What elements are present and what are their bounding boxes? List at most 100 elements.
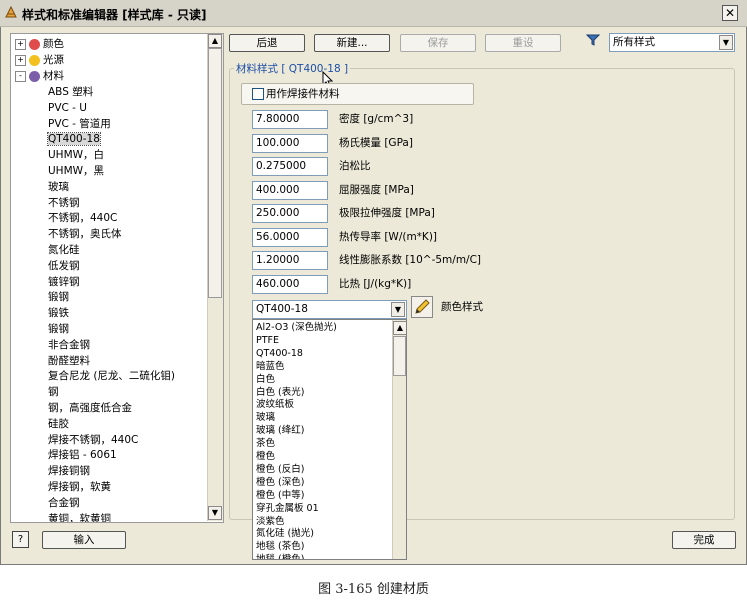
material-item-label: 不锈钢，440C: [48, 212, 118, 225]
color-style-option[interactable]: 地毯 (茶色): [256, 540, 304, 553]
color-style-option[interactable]: 橙色: [256, 450, 275, 463]
import-button[interactable]: 输入: [42, 531, 126, 549]
material-item[interactable]: 合金钢: [48, 495, 80, 511]
property-label: 屈服强度 [MPa]: [339, 183, 414, 196]
new-button[interactable]: 新建...: [314, 34, 390, 52]
material-item[interactable]: 酚醛塑料: [48, 353, 90, 369]
color-style-dropdown[interactable]: QT400-18 ▼: [252, 300, 407, 319]
tree-item[interactable]: + 颜色: [11, 36, 64, 52]
material-item[interactable]: 玻璃: [48, 179, 69, 195]
property-value-field[interactable]: 460.000: [252, 274, 328, 294]
property-value-field[interactable]: 7.80000: [252, 110, 328, 129]
expander-icon[interactable]: +: [15, 54, 26, 66]
material-item[interactable]: 锻钢: [48, 289, 69, 305]
color-style-option[interactable]: PTFE: [256, 334, 279, 347]
property-value-field[interactable]: 400.000: [252, 180, 328, 200]
material-item[interactable]: 氮化硅: [48, 242, 80, 258]
property-value-field[interactable]: 250.000: [252, 204, 328, 223]
scroll-up-button[interactable]: ▲: [208, 34, 222, 48]
material-item[interactable]: 不锈钢: [48, 195, 80, 211]
material-item[interactable]: 焊接不锈钢，440C: [48, 432, 138, 448]
material-item[interactable]: PVC - U: [48, 100, 87, 116]
material-item[interactable]: ABS 塑料: [48, 84, 93, 100]
material-item[interactable]: UHMW，黑: [48, 163, 104, 179]
color-style-option[interactable]: QT400-18: [256, 347, 303, 360]
material-item[interactable]: 不锈钢，奥氏体: [48, 226, 122, 242]
tree-item[interactable]: + 光源: [11, 52, 64, 68]
list-scroll-thumb[interactable]: [393, 336, 406, 376]
material-item[interactable]: 镀锌钢: [48, 274, 80, 290]
color-style-option[interactable]: 穿孔金属板 01: [256, 502, 319, 515]
reset-button[interactable]: 重设: [485, 34, 561, 52]
material-item[interactable]: QT400-18: [47, 131, 101, 147]
material-item-label: 复合尼龙 (尼龙、二硫化钼): [48, 370, 176, 383]
property-label: 杨氏模量 [GPa]: [339, 136, 413, 149]
pencil-icon[interactable]: [411, 296, 433, 318]
weld-checkbox[interactable]: [252, 88, 264, 100]
style-tree[interactable]: + 颜色 + 光源 - 材料 ABS 塑料 PVC - U PVC - 管道用 QT400-18…: [10, 33, 224, 523]
color-style-option[interactable]: Al2-O3 (深色抛光): [256, 321, 337, 334]
material-item[interactable]: 锻铁: [48, 305, 69, 321]
color-style-value: QT400-18: [256, 303, 308, 315]
back-button[interactable]: 后退: [229, 34, 305, 52]
help-icon[interactable]: ?: [12, 531, 29, 548]
property-label: 极限拉伸强度 [MPa]: [339, 207, 435, 219]
color-style-option[interactable]: 茶色: [256, 437, 275, 450]
color-style-option[interactable]: 橙色 (反白): [256, 463, 304, 476]
material-item[interactable]: 低发钢: [48, 258, 80, 274]
material-item-label: PVC - 管道用: [48, 117, 111, 130]
color-style-option[interactable]: 白色 (表光): [256, 386, 304, 399]
color-style-option[interactable]: 波纹纸板: [256, 398, 294, 411]
property-label: 线性膨胀系数 [10^-5m/m/C]: [339, 254, 482, 266]
material-item[interactable]: 焊接钢，软黄: [48, 479, 111, 495]
color-style-option[interactable]: 橙色 (中等): [256, 489, 304, 502]
style-filter-dropdown[interactable]: 所有样式 ▼: [609, 33, 735, 52]
material-item[interactable]: 焊接铝 - 6061: [48, 447, 117, 463]
tree-scrollbar[interactable]: ▲ ▼: [207, 34, 223, 521]
property-value-field[interactable]: 1.20000: [252, 251, 328, 270]
material-item-label: 钢: [48, 386, 59, 399]
done-button[interactable]: 完成: [672, 531, 736, 549]
material-item[interactable]: 非合金钢: [48, 337, 90, 353]
color-style-option[interactable]: 玻璃: [256, 411, 275, 424]
material-item[interactable]: 不锈钢，440C: [48, 210, 117, 226]
material-item[interactable]: 硅胶: [48, 416, 69, 432]
material-item[interactable]: 钢: [48, 384, 59, 400]
color-style-option[interactable]: 氮化硅 (抛光): [256, 527, 314, 540]
material-item[interactable]: 焊接铜钢: [48, 463, 90, 479]
material-item[interactable]: 钢，高强度低合金: [48, 400, 132, 416]
material-item[interactable]: 黄铜，软黄铜: [48, 511, 111, 522]
close-button[interactable]: ✕: [722, 5, 738, 21]
scroll-down-button[interactable]: ▼: [208, 506, 222, 520]
color-style-option[interactable]: 淡紫色: [256, 515, 285, 528]
material-item-label: 不锈钢: [48, 196, 80, 209]
list-scrollbar[interactable]: ▲: [392, 320, 406, 559]
list-scroll-up-button[interactable]: ▲: [393, 321, 406, 335]
property-value-field[interactable]: 56.0000: [252, 227, 328, 247]
material-item-label: 锻铁: [48, 307, 69, 320]
filter-icon[interactable]: [585, 33, 601, 47]
scroll-thumb[interactable]: [208, 48, 222, 298]
property-label: 密度 [g/cm^3]: [339, 113, 414, 125]
material-item[interactable]: PVC - 管道用: [48, 116, 111, 132]
property-value-field[interactable]: 100.000: [252, 133, 328, 153]
tree-item[interactable]: - 材料: [11, 68, 64, 84]
expander-icon[interactable]: +: [15, 38, 26, 50]
color-style-option[interactable]: 暗蓝色: [256, 360, 285, 373]
style-filter-value: 所有样式: [613, 36, 655, 48]
property-value-field[interactable]: 0.275000: [252, 157, 328, 176]
color-style-list[interactable]: Al2-O3 (深色抛光) PTFE QT400-18 暗蓝色 白色 白色 (表光) 波纹纸…: [252, 319, 407, 560]
material-item-label: 焊接不锈钢，440C: [48, 433, 139, 446]
material-item[interactable]: UHMW，白: [48, 147, 104, 163]
color-style-option[interactable]: 玻璃 (绛红): [256, 424, 304, 437]
save-button[interactable]: 保存: [400, 34, 476, 52]
material-item[interactable]: 复合尼龙 (尼龙、二硫化钼): [48, 368, 175, 384]
color-style-option[interactable]: 橙色 (深色): [256, 476, 304, 489]
property-label: 热传导率 [W/(m*K)]: [339, 230, 438, 243]
figure-caption: 图 3-165 创建材质: [318, 582, 429, 597]
color-style-option[interactable]: 白色: [256, 373, 275, 386]
color-style-option[interactable]: 地毯 (橙色): [256, 553, 304, 559]
expander-icon[interactable]: -: [15, 70, 26, 82]
material-item[interactable]: 锻钢: [48, 321, 69, 337]
material-item-label: 不锈钢，奥氏体: [48, 228, 122, 241]
